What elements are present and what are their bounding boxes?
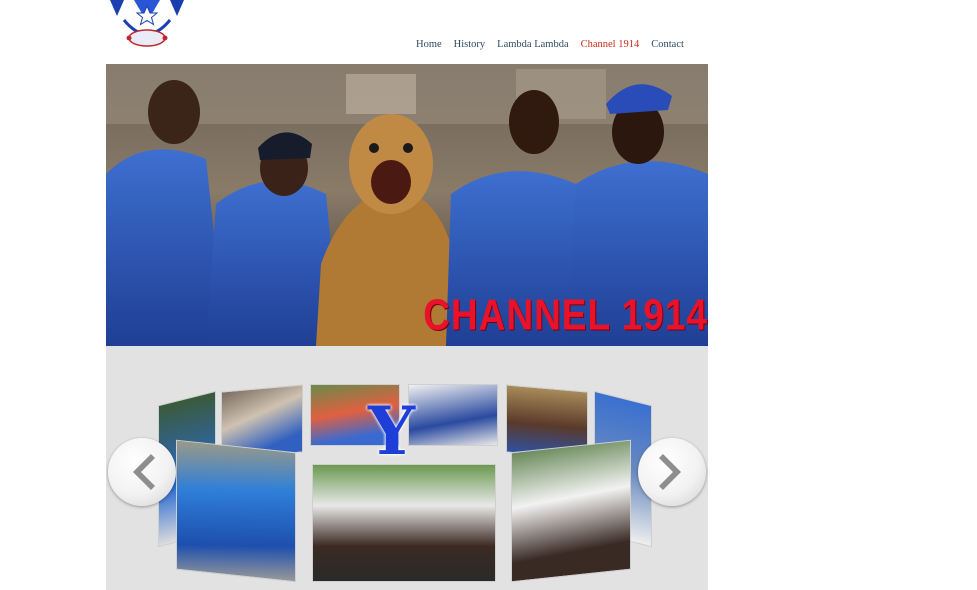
- banner-title: CHANNEL 1914: [423, 290, 708, 339]
- nav-contact[interactable]: Contact: [651, 39, 684, 55]
- carousel-photo[interactable]: [176, 439, 296, 583]
- carousel-photo[interactable]: [408, 384, 498, 446]
- gallery-gamma-overlay: Υ: [368, 392, 416, 470]
- photo-carousel: Υ: [106, 346, 708, 590]
- chevron-left-icon: [133, 454, 155, 490]
- carousel-photo-active[interactable]: [312, 464, 496, 582]
- nav-history[interactable]: History: [454, 39, 486, 55]
- carousel-prev-button[interactable]: [108, 438, 176, 506]
- nav-lambda-lambda[interactable]: Lambda Lambda: [497, 39, 568, 55]
- carousel-next-button[interactable]: [638, 438, 706, 506]
- chapter-crest-icon: [110, 0, 184, 47]
- main-nav: Home History Lambda Lambda Channel 1914 …: [410, 39, 690, 55]
- nav-channel-1914[interactable]: Channel 1914: [581, 39, 640, 55]
- nav-home[interactable]: Home: [416, 39, 442, 55]
- logo[interactable]: [104, 0, 190, 50]
- carousel-photo[interactable]: [511, 439, 631, 583]
- chevron-right-icon: [659, 454, 681, 490]
- banner-photo: CHANNEL 1914: [106, 64, 708, 346]
